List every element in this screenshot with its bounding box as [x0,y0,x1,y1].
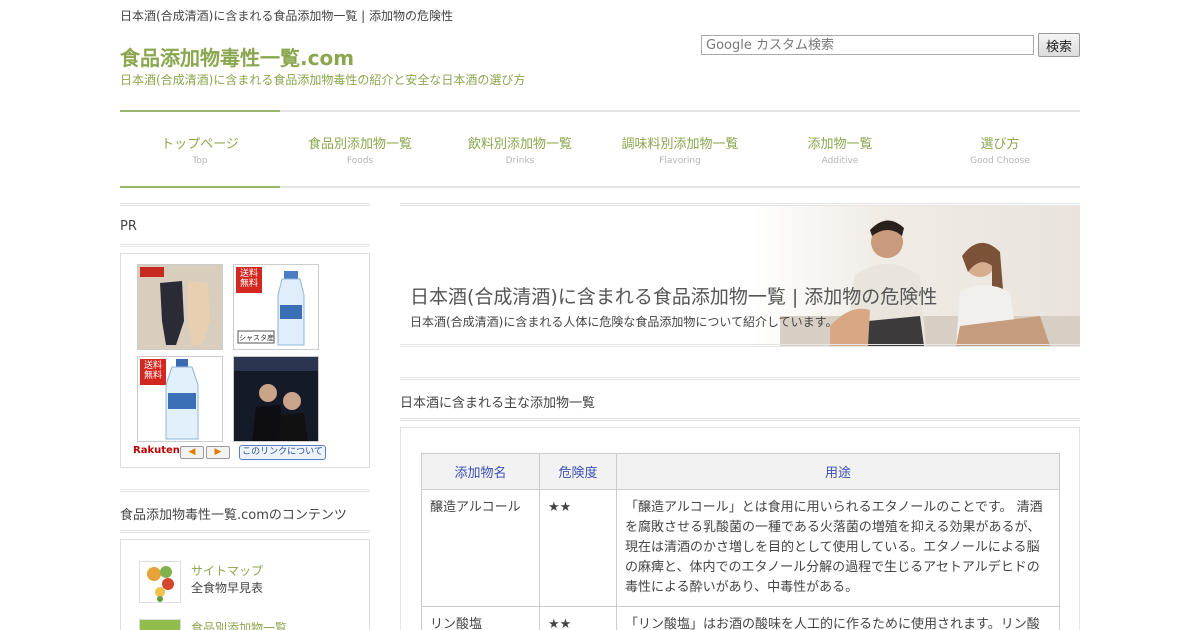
photobook-image [234,357,318,441]
contents-list: サイトマップ 全食物早見表 食品別添加物一覧 [120,539,370,630]
nav-item-label: 添加物一覧 [807,137,873,152]
additive-table: 添加物名 危険度 用途 醸造アルコール ★★ 「醸造アルコール」とは食用に用いら… [421,453,1060,630]
section-title: 日本酒に含まれる主な添加物一覧 [400,396,596,411]
contents-heading: 食品添加物毒性一覧.comのコンテンツ [120,508,347,523]
shapewear-image [138,265,222,349]
hero-subtitle: 日本酒(合成清酒)に含まれる人体に危険な食品添加物について紹介しています。 [410,315,838,329]
rakuten-logo[interactable]: Rakuten [133,445,180,456]
water-label: シャスタ産 [239,334,274,342]
main-divider [400,344,1080,347]
column-header: 用途 [616,453,1060,490]
sitemap-icon[interactable] [139,561,181,603]
nav-item-label: 調味料別添加物一覧 [621,137,739,152]
nav-item-sublabel: Top [192,156,208,166]
nav-item-top[interactable]: トップページ Top [120,112,280,186]
additive-name-cell: リン酸塩 [421,606,540,630]
contents-item-link[interactable]: 食品別添加物一覧 [191,619,287,630]
site-description: 日本酒(合成清酒)に含まれる食品添加物毒性の紹介と安全な日本酒の選び方 [120,73,526,87]
search-button[interactable]: 検索 [1038,33,1080,57]
hero-title: 日本酒(合成清酒)に含まれる食品添加物一覧 | 添加物の危険性 [410,286,938,308]
nav-item-label: 選び方 [980,137,1020,152]
page-title: 日本酒(合成清酒)に含まれる食品添加物一覧 | 添加物の危険性 [120,9,454,23]
main-divider [400,418,1080,421]
risk-cell: ★★ [539,606,617,630]
ad-product-water[interactable]: 送料無料 シャスタ産 [233,264,319,350]
contents-item-desc: 全食物早見表 [191,581,264,595]
sidebar-divider [120,203,370,206]
site-logo-title[interactable]: 食品添加物毒性一覧.com [120,42,354,71]
nav-item-sublabel: Drinks [505,156,535,166]
nav-item-flavoring[interactable]: 調味料別添加物一覧 Flavoring [600,112,760,186]
nav-item-sublabel: Foods [346,156,374,166]
contents-item-link[interactable]: サイトマップ [191,562,263,579]
nav-item-label: トップページ [161,137,239,152]
nav-item-sublabel: Good Choose [970,156,1030,166]
usage-cell: 「醸造アルコール」とは食用に用いられるエタノールのことです。 清酒を腐敗させる乳… [616,489,1060,607]
usage-cell: 「リン酸塩」はお酒の酸味を人工的に作るために使用されます。リン酸 [616,606,1060,630]
question-veggie-icon [147,566,174,602]
free-shipping-badge: 送料無料 [143,361,162,381]
table-row: 醸造アルコール ★★ 「醸造アルコール」とは食用に用いられるエタノールのことです… [421,489,1060,607]
pr-heading: PR [120,219,137,234]
nav-item-sublabel: Flavoring [659,156,701,166]
sidebar-divider [120,489,370,492]
ad-product-photobook[interactable] [233,356,319,442]
pr-ad-box: 送料無料 シャスタ産 送料無料 Rakuten ◀ ▶ このリンクについて [120,253,370,468]
sidebar-divider [120,244,370,247]
foods-icon[interactable] [139,619,181,630]
nav-item-good-choose[interactable]: 選び方 Good Choose [920,112,1080,186]
nav-item-sublabel: Additive [821,156,859,166]
nav-item-foods[interactable]: 食品別添加物一覧 Foods [280,112,440,186]
table-row: リン酸塩 ★★ 「リン酸塩」はお酒の酸味を人工的に作るために使用されます。リン酸 [421,606,1060,630]
nav-item-label: 食品別添加物一覧 [307,137,412,152]
prev-arrow-icon[interactable]: ◀ [180,446,204,459]
ad-product-water-2[interactable]: 送料無料 [137,356,223,442]
ad-product-shapewear[interactable] [137,264,223,350]
global-nav: トップページ Top 食品別添加物一覧 Foods 飲料別添加物一覧 Drink… [120,112,1080,186]
nav-item-additive[interactable]: 添加物一覧 Additive [760,112,920,186]
table-header-row: 添加物名 危険度 用途 [421,453,1060,490]
nav-active-indicator-bottom [120,186,280,188]
column-header: 添加物名 [421,453,540,490]
main-divider [400,377,1080,380]
next-arrow-icon[interactable]: ▶ [206,446,230,459]
about-link-button[interactable]: このリンクについて [239,445,326,460]
column-header: 危険度 [539,453,617,490]
additive-name-cell: 醸造アルコール [421,489,540,607]
free-shipping-badge: 送料無料 [239,269,258,289]
nav-item-drinks[interactable]: 飲料別添加物一覧 Drinks [440,112,600,186]
sidebar-divider [120,530,370,533]
nav-item-label: 飲料別添加物一覧 [467,137,572,152]
risk-cell: ★★ [539,489,617,607]
search-input[interactable] [701,35,1034,55]
